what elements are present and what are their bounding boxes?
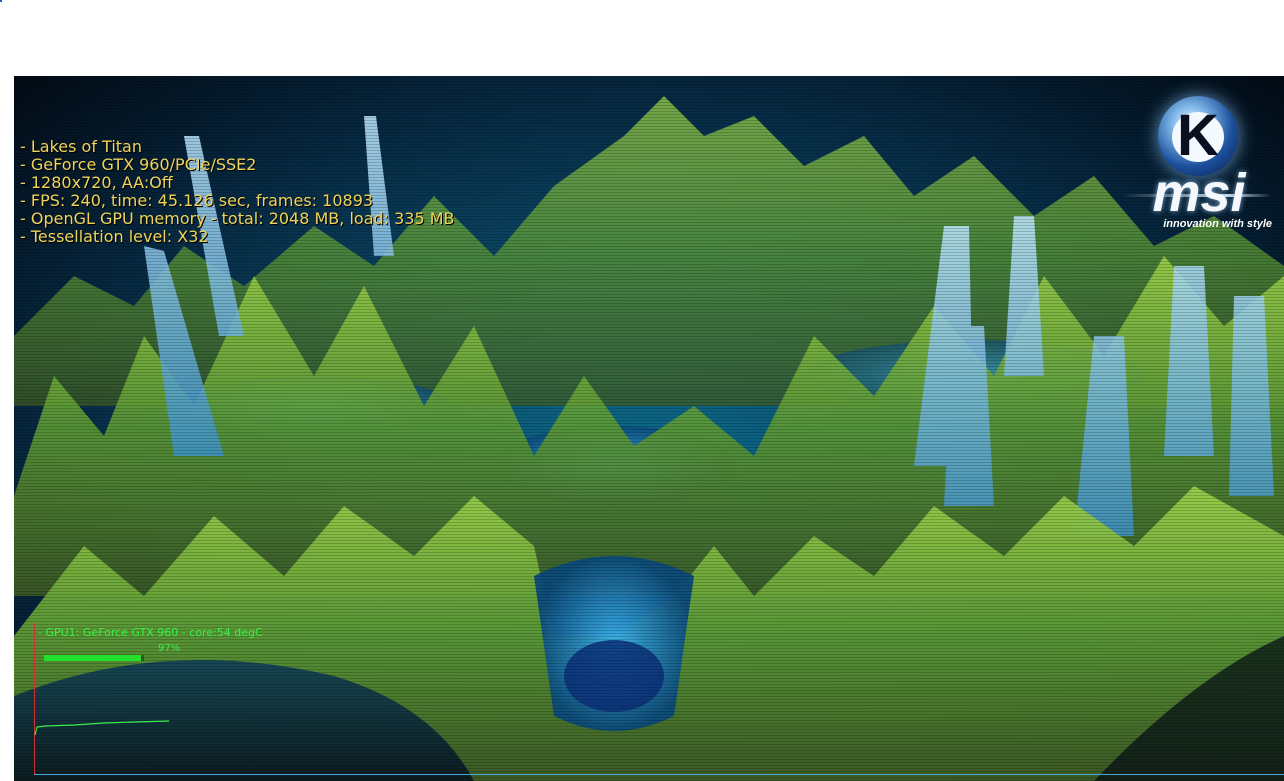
render-viewport[interactable]: - Lakes of Titan - GeForce GTX 960/PCIe/… — [14, 76, 1284, 781]
gpu-temp-line — [34, 720, 170, 736]
benchmark-info-overlay: - Lakes of Titan - GeForce GTX 960/PCIe/… — [20, 138, 455, 246]
gpu-usage-bar — [44, 655, 144, 661]
info-gpu: - GeForce GTX 960/PCIe/SSE2 — [20, 155, 257, 174]
gpu-usage-percent: 97% — [158, 643, 181, 654]
monitor-axis-y — [34, 623, 35, 775]
info-tessellation: - Tessellation level: X32 — [20, 227, 209, 246]
screenshot: - Lakes of Titan - GeForce GTX 960/PCIe/… — [0, 0, 1284, 781]
gpu-temp-label: - GPU1: GeForce GTX 960 - core:54 degC — [38, 626, 263, 639]
gpu-monitor-panel: - GPU1: GeForce GTX 960 - core:54 degC 9… — [34, 623, 1284, 775]
info-title: - Lakes of Titan — [20, 137, 142, 156]
logo-brand: msi — [1152, 163, 1246, 223]
logo-tagline: innovation with style — [1163, 218, 1272, 230]
gpu-usage-bar-fill — [44, 655, 141, 661]
info-memory: - OpenGL GPU memory - total: 2048 MB, lo… — [20, 209, 455, 228]
corner-marker — [0, 0, 2, 2]
info-fps: - FPS: 240, time: 45.126 sec, frames: 10… — [20, 191, 374, 210]
gpu-temp-graph — [34, 720, 170, 736]
monitor-axis-x — [34, 774, 1284, 775]
msi-kombustor-logo: K msi innovation with style — [1122, 96, 1272, 246]
info-resolution: - 1280x720, AA:Off — [20, 173, 173, 192]
